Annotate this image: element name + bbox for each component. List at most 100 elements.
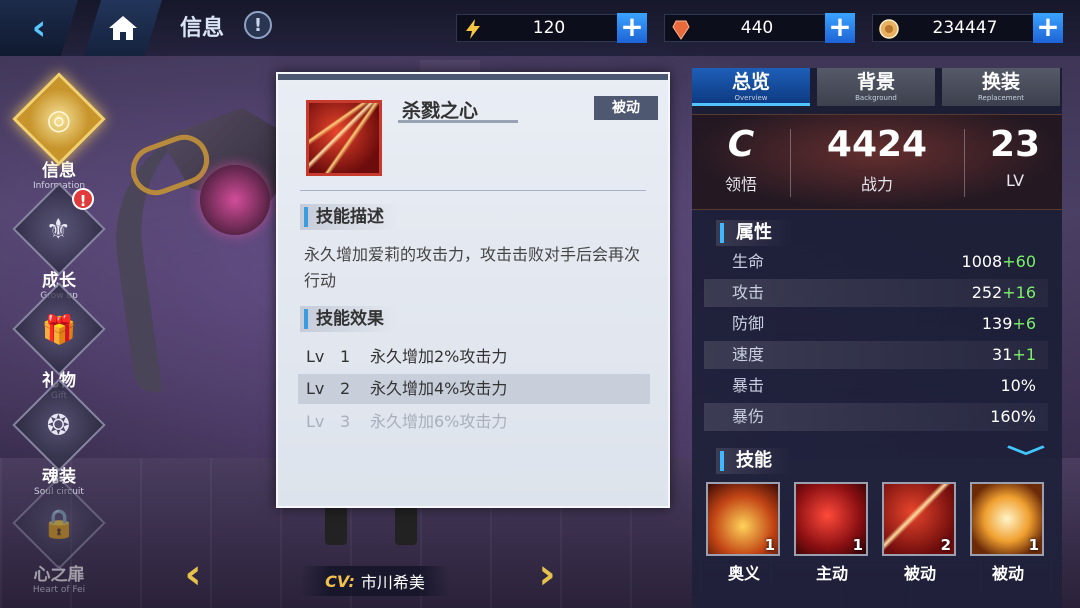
tab-overview[interactable]: 总览 Overview xyxy=(692,68,810,106)
attribute-bonus: +1 xyxy=(1012,345,1036,364)
skill-level-count: 1 xyxy=(764,536,775,554)
skill-ultimate-icon: 1 xyxy=(706,482,780,556)
crystal-icon xyxy=(672,20,690,40)
energy-counter: 120 + xyxy=(456,13,647,43)
previous-character-button[interactable]: ‹ xyxy=(178,553,208,595)
add-crystal-button[interactable]: + xyxy=(825,13,855,43)
level-value: 23 xyxy=(989,124,1041,165)
skill-type-label: 被动 xyxy=(903,564,936,583)
skill-type-label: 被动 xyxy=(991,564,1024,583)
attribute-value: 31+1 xyxy=(992,341,1036,369)
skill-level-row-current: Lv 2 永久增加4%攻击力 xyxy=(298,374,650,404)
back-button[interactable]: ‹‹ xyxy=(0,0,78,56)
comprehension-grade: C xyxy=(727,124,755,165)
attribute-bonus: +16 xyxy=(1002,283,1036,302)
level-prefix: Lv xyxy=(306,347,325,366)
nav-item-information[interactable]: ◎ 信息 Information xyxy=(12,72,106,191)
skill-passive-burst-icon: 1 xyxy=(970,482,1044,556)
level-number: 3 xyxy=(340,412,351,431)
skill-card-passive-1[interactable]: 2 被动 xyxy=(882,482,958,584)
crystal-counter: 440 + xyxy=(664,13,855,43)
add-coin-button[interactable]: + xyxy=(1033,13,1063,43)
skill-card-active[interactable]: 1 主动 xyxy=(794,482,870,584)
skill-level-count: 1 xyxy=(1028,536,1039,554)
skill-name: 杀戮之心 xyxy=(402,100,479,122)
attribute-row-hp: 生命 1008+60 xyxy=(704,248,1048,276)
soul-emblem-icon: ❂ xyxy=(47,408,71,442)
tab-background[interactable]: 背景 Background xyxy=(817,68,935,106)
attribute-base: 1008 xyxy=(961,252,1003,271)
skill-passive-claw-icon: 2 xyxy=(882,482,956,556)
nav-diamond: ◎ xyxy=(12,72,106,166)
comprehension-label: 领悟 xyxy=(724,175,757,194)
level-number: 2 xyxy=(340,379,351,398)
stats-summary: C 领悟 4424 战力 23 LV xyxy=(692,114,1062,210)
attribute-value: 10% xyxy=(1000,372,1036,400)
level-stat: 23 LV xyxy=(980,123,1050,190)
skill-level-count: 1 xyxy=(852,536,863,554)
skill-name-underline xyxy=(398,120,518,123)
attributes-header: 属性 xyxy=(716,220,792,246)
attribute-bonus: +6 xyxy=(1012,314,1036,333)
coin-counter: 234447 + xyxy=(872,13,1063,43)
nav-item-heart-of-fei[interactable]: 🔒 心之扉 Heart of Fei xyxy=(12,476,106,595)
skill-card-passive-2[interactable]: 1 被动 xyxy=(970,482,1046,584)
level-label: LV xyxy=(1005,171,1025,190)
character-scythe-gem xyxy=(200,165,270,235)
character-overview-panel: 总览 Overview 背景 Background 换装 Replacement… xyxy=(692,68,1062,608)
level-number: 1 xyxy=(340,347,351,366)
attribute-base: 160% xyxy=(990,407,1036,426)
power-value: 4424 xyxy=(826,124,928,165)
home-button[interactable] xyxy=(84,0,162,56)
power-label: 战力 xyxy=(860,175,893,194)
coin-icon xyxy=(879,19,899,39)
character-leg xyxy=(325,505,347,545)
skill-type-tag: 被动 xyxy=(594,96,658,120)
expand-attributes-chevron-icon[interactable]: ﹀ xyxy=(1007,438,1045,473)
attribute-value: 252+16 xyxy=(972,279,1036,307)
attribute-bonus: +60 xyxy=(1002,252,1036,271)
add-energy-button[interactable]: + xyxy=(617,13,647,43)
info-help-icon[interactable]: ! xyxy=(244,11,272,39)
attribute-row-speed: 速度 31+1 xyxy=(704,341,1048,369)
target-icon: ◎ xyxy=(46,102,72,136)
level-effect: 永久增加2%攻击力 xyxy=(370,347,508,366)
tab-label: 背景 xyxy=(856,71,895,93)
attribute-row-defense: 防御 139+6 xyxy=(704,310,1048,338)
comprehension-stat: C 领悟 xyxy=(706,123,776,195)
energy-value: 120 xyxy=(532,18,566,38)
skill-level-row: Lv 1 永久增加2%攻击力 xyxy=(298,342,650,372)
attribute-base: 10% xyxy=(1000,376,1036,395)
gift-icon: 🎁 xyxy=(41,312,77,346)
cv-tag: CV: xyxy=(325,571,355,591)
next-character-button[interactable]: › xyxy=(532,553,562,595)
attribute-base: 139 xyxy=(981,314,1013,333)
tab-replacement[interactable]: 换装 Replacement xyxy=(942,68,1060,106)
coin-value: 234447 xyxy=(932,18,998,38)
skill-detail-popup: 杀戮之心 被动 技能描述 永久增加爱莉的攻击力，攻击击败对手后会再次行动 技能效… xyxy=(276,72,670,508)
attribute-row-crit: 暴击 10% xyxy=(704,372,1048,400)
skills-header: 技能 xyxy=(716,448,792,474)
attribute-name: 速度 xyxy=(732,345,765,364)
nav-diamond: 🔒 xyxy=(12,476,106,570)
attribute-base: 31 xyxy=(992,345,1013,364)
level-prefix: Lv xyxy=(306,412,325,431)
tab-sublabel: Replacement xyxy=(978,94,1024,102)
popup-divider xyxy=(300,190,646,191)
attribute-name: 暴击 xyxy=(732,376,765,395)
attribute-name: 暴伤 xyxy=(732,407,765,426)
nav-sublabel: Heart of Fei xyxy=(32,585,86,595)
skill-description-header: 技能描述 xyxy=(300,204,398,230)
skill-level-row-locked: Lv 3 永久增加6%攻击力 xyxy=(298,407,650,437)
skill-active-icon: 1 xyxy=(794,482,868,556)
nav-diamond: ❂ xyxy=(12,378,106,472)
skill-card-ultimate[interactable]: 1 奥义 xyxy=(706,482,782,584)
level-prefix: Lv xyxy=(306,379,325,398)
top-bar: ‹‹ 信息 ! 120 + 440 + 234447 + xyxy=(0,0,1080,56)
skill-effect-header: 技能效果 xyxy=(300,306,398,332)
home-icon xyxy=(109,16,137,40)
level-effect: 永久增加6%攻击力 xyxy=(370,412,508,431)
tab-label: 总览 xyxy=(731,71,770,93)
attribute-name: 防御 xyxy=(732,314,765,333)
attribute-row-crit-damage: 暴伤 160% xyxy=(704,403,1048,431)
